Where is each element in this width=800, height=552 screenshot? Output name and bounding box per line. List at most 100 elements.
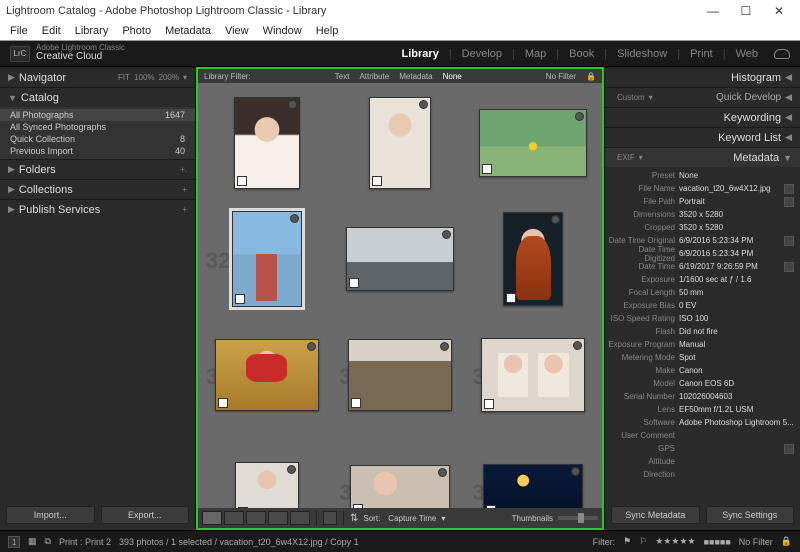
thumbnail[interactable] xyxy=(503,212,563,306)
sync-settings-button[interactable]: Sync Settings xyxy=(706,506,795,524)
export-button[interactable]: Export... xyxy=(101,506,190,524)
metadata-value[interactable]: ISO 100 xyxy=(679,314,794,323)
grid-cell[interactable]: 32 xyxy=(202,203,331,315)
thumbnail[interactable] xyxy=(215,339,319,411)
thumbnail[interactable] xyxy=(234,97,300,189)
module-slideshow[interactable]: Slideshow xyxy=(611,48,673,60)
metadata-value[interactable]: vacation_t20_6w4X12.jpg xyxy=(679,184,782,193)
module-web[interactable]: Web xyxy=(730,48,764,60)
second-window-icon[interactable]: ⧉ xyxy=(45,536,51,547)
filter-tab-attribute[interactable]: Attribute xyxy=(359,72,389,81)
painter-button[interactable] xyxy=(323,511,337,525)
metadata-value[interactable]: Did not fire xyxy=(679,327,794,336)
module-library[interactable]: Library xyxy=(396,48,445,60)
filter-tab-metadata[interactable]: Metadata xyxy=(399,72,432,81)
menu-photo[interactable]: Photo xyxy=(116,25,157,37)
grid-cell[interactable]: 35 xyxy=(335,319,464,431)
plus-icon[interactable]: +. xyxy=(180,165,187,174)
module-book[interactable]: Book xyxy=(563,48,600,60)
metadata-preset-dropdown[interactable]: None xyxy=(679,171,794,180)
filter-preset[interactable]: No Filter xyxy=(546,72,576,81)
filter-tab-text[interactable]: Text xyxy=(335,72,350,81)
import-button[interactable]: Import... xyxy=(6,506,95,524)
thumbnail[interactable] xyxy=(346,227,454,291)
menu-library[interactable]: Library xyxy=(69,25,115,37)
keywordlist-header[interactable]: Keyword List ◀ xyxy=(605,127,800,147)
breadcrumb[interactable]: Print : Print 2 xyxy=(59,537,111,547)
goto-icon[interactable] xyxy=(784,236,794,246)
metadata-value[interactable]: Spot xyxy=(679,353,794,362)
grid-cell[interactable] xyxy=(202,87,331,199)
menu-metadata[interactable]: Metadata xyxy=(159,25,217,37)
flag-filter-icon[interactable]: ⚑ xyxy=(623,536,631,547)
lock-icon[interactable]: 🔒 xyxy=(586,72,596,81)
metadata-value[interactable]: EF50mm f/1.2L USM xyxy=(679,405,794,414)
lock-icon[interactable]: 🔒 xyxy=(781,536,792,547)
metadata-value[interactable]: Adobe Photoshop Lightroom 5... xyxy=(679,418,794,427)
catalog-item[interactable]: Previous Import40 xyxy=(0,145,195,157)
grid-cell[interactable]: 39 xyxy=(469,435,598,508)
view-people-button[interactable] xyxy=(290,511,310,525)
navigator-header[interactable]: ▶ Navigator FIT 100% 200% ▾ xyxy=(0,67,195,87)
metadata-value[interactable]: 6/9/2016 5:23:34 PM xyxy=(679,249,794,258)
minimize-button[interactable]: — xyxy=(698,4,728,18)
grid-cell[interactable] xyxy=(202,435,331,508)
view-loupe-button[interactable] xyxy=(224,511,244,525)
filter-tab-none[interactable]: None xyxy=(443,72,462,81)
menu-file[interactable]: File xyxy=(4,25,34,37)
thumbnail[interactable] xyxy=(232,211,302,307)
thumbnail[interactable] xyxy=(235,462,299,508)
module-print[interactable]: Print xyxy=(684,48,719,60)
grid-cell[interactable]: 38 xyxy=(335,435,464,508)
goto-icon[interactable] xyxy=(784,184,794,194)
plus-icon[interactable]: + xyxy=(182,185,187,194)
catalog-header[interactable]: ▼ Catalog xyxy=(0,87,195,107)
module-map[interactable]: Map xyxy=(519,48,552,60)
chevron-down-icon[interactable]: ▾ xyxy=(183,73,187,82)
thumbnail-grid[interactable]: 323435363839 xyxy=(196,83,604,508)
plus-icon[interactable]: + xyxy=(182,205,187,214)
grid-cell[interactable] xyxy=(469,203,598,315)
metadata-value[interactable]: 0 EV xyxy=(679,301,794,310)
filter-preset-dropdown[interactable]: No Filter xyxy=(739,537,773,547)
metadata-value[interactable]: 1/1600 sec at ƒ / 1.6 xyxy=(679,275,794,284)
sort-direction-icon[interactable]: ⇅ xyxy=(350,513,358,524)
metadata-value[interactable]: Canon EOS 6D xyxy=(679,379,794,388)
filmstrip-toggle-icon[interactable]: ▦ xyxy=(28,536,37,547)
cloud-sync-icon[interactable] xyxy=(774,49,790,59)
flag-filter-icon[interactable]: ⚐ xyxy=(639,536,647,547)
metadata-value[interactable]: 50 mm xyxy=(679,288,794,297)
grid-cell[interactable] xyxy=(335,203,464,315)
quickdev-header[interactable]: Custom ▾ Quick Develop ◀ xyxy=(605,87,800,107)
metadata-header[interactable]: EXIF ▾ Metadata ▼ xyxy=(605,147,800,167)
menu-window[interactable]: Window xyxy=(257,25,308,37)
thumbnail[interactable] xyxy=(481,338,585,412)
histogram-header[interactable]: Histogram ◀ xyxy=(605,67,800,87)
menu-view[interactable]: View xyxy=(219,25,255,37)
module-develop[interactable]: Develop xyxy=(456,48,508,60)
metadata-value[interactable]: 6/9/2016 5:23:34 PM xyxy=(679,236,782,245)
maximize-button[interactable]: ☐ xyxy=(731,4,761,18)
goto-icon[interactable] xyxy=(784,197,794,207)
collections-header[interactable]: ▶ Collections + xyxy=(0,179,195,199)
menu-help[interactable]: Help xyxy=(310,25,345,37)
view-survey-button[interactable] xyxy=(268,511,288,525)
catalog-item[interactable]: All Photographs1647 xyxy=(0,109,195,121)
thumbnail[interactable] xyxy=(350,465,450,508)
metadata-value[interactable]: 3520 x 5280 xyxy=(679,210,794,219)
grid-cell[interactable]: 34 xyxy=(202,319,331,431)
catalog-item[interactable]: Quick Collection8 xyxy=(0,133,195,145)
thumbnail-size-slider[interactable] xyxy=(558,516,598,520)
thumbnail[interactable] xyxy=(479,109,587,177)
thumbnail[interactable] xyxy=(483,464,583,508)
page-indicator[interactable]: 1 xyxy=(8,536,20,548)
metadata-value[interactable]: 6/19/2017 9:26:59 PM xyxy=(679,262,782,271)
grid-cell[interactable]: 36 xyxy=(469,319,598,431)
metadata-value[interactable]: Portrait xyxy=(679,197,782,206)
metadata-value[interactable]: 3520 x 5280 xyxy=(679,223,794,232)
menu-edit[interactable]: Edit xyxy=(36,25,67,37)
grid-cell[interactable] xyxy=(469,87,598,199)
sync-metadata-button[interactable]: Sync Metadata xyxy=(611,506,700,524)
goto-icon[interactable] xyxy=(784,262,794,272)
rating-filter[interactable]: ★★★★★ xyxy=(655,536,695,547)
